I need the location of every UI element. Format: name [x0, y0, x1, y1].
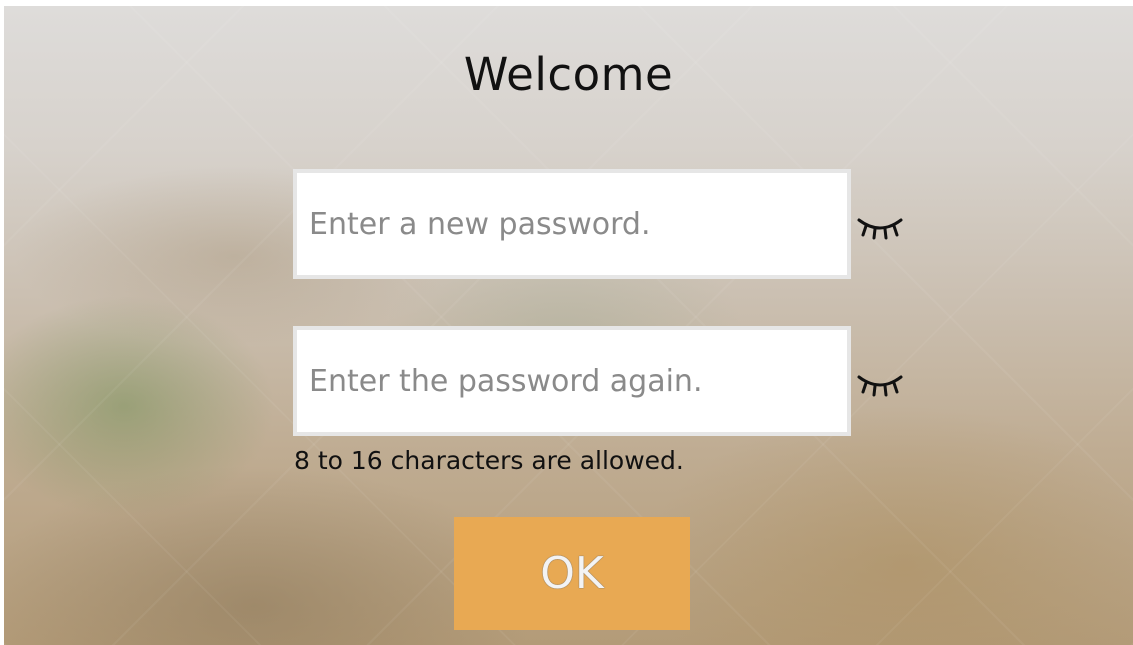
eye-closed-icon[interactable] [855, 210, 905, 240]
activation-screen: Welcome 8 to 16 characters are allowed. … [4, 6, 1133, 645]
new-password-input[interactable] [297, 173, 847, 275]
new-password-field[interactable] [293, 169, 851, 279]
page-title: Welcome [463, 48, 674, 101]
eye-closed-icon[interactable] [855, 367, 905, 397]
confirm-password-input[interactable] [297, 330, 847, 432]
confirm-password-field[interactable] [293, 326, 851, 436]
ok-button[interactable]: OK [454, 517, 690, 630]
password-hint: 8 to 16 characters are allowed. [294, 446, 684, 475]
